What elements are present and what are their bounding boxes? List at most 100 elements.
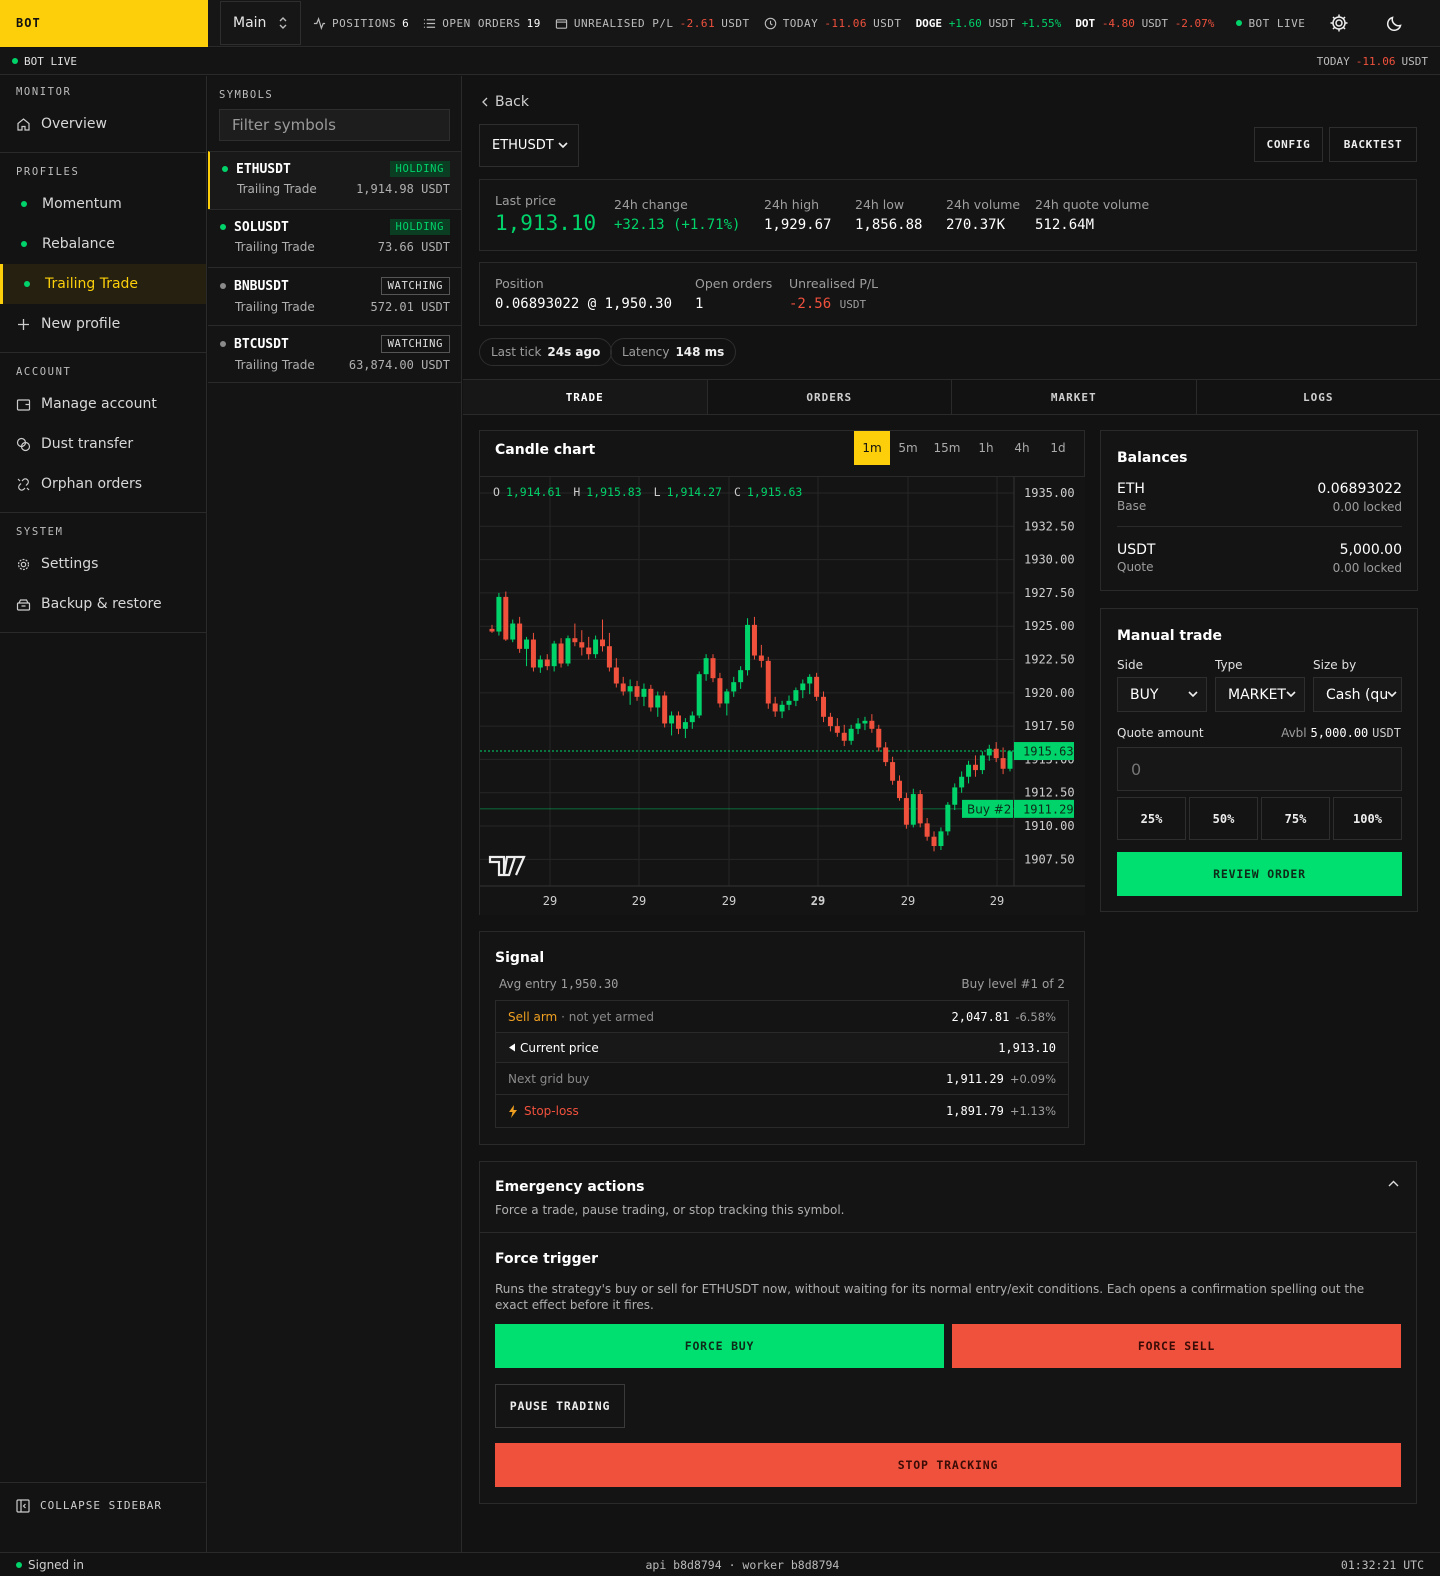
sidebar-item-settings[interactable]: Settings — [0, 544, 206, 584]
symbol-price: 1,914.98 USDT — [356, 182, 450, 196]
ohlc-c-value: 1,915.63 — [746, 485, 803, 499]
force-buy-button[interactable]: FORCE BUY — [495, 1324, 944, 1368]
buy-tag-label: Buy #2 — [967, 802, 1011, 816]
timeframe-4h[interactable]: 4h — [1004, 431, 1040, 465]
balance-row-eth: ETH Base 0.06893022 0.00 locked — [1117, 481, 1402, 527]
last-tick-label: Last tick — [491, 345, 542, 359]
timeframe-15m[interactable]: 15m — [926, 431, 968, 465]
side-select-value: BUY — [1130, 686, 1159, 703]
backtest-button[interactable]: BACKTEST — [1329, 127, 1417, 162]
status-badge: WATCHING — [380, 277, 450, 295]
candle-body — [565, 638, 571, 664]
volume-value: 270.37K — [946, 217, 1006, 233]
candle-chart-svg[interactable]: 1935.00 1932.50 1930.00 1927.50 1925.00 1922.… — [480, 477, 1085, 916]
percent-100-button[interactable]: 100% — [1333, 797, 1402, 840]
chart-area[interactable]: 1935.00 1932.50 1930.00 1927.50 1925.00 1922.… — [480, 476, 1085, 915]
symbol-price: 63,874.00 USDT — [348, 358, 450, 372]
symbol-row-ethusdt[interactable]: ETHUSDT HOLDING Trailing Trade 1,914.98 US… — [208, 151, 461, 209]
sidebar-item-backup-restore[interactable]: Backup & restore — [0, 584, 206, 624]
config-button[interactable]: CONFIG — [1254, 127, 1323, 162]
next-buy-label: Next grid buy — [508, 1071, 590, 1086]
percent-25-button[interactable]: 25% — [1117, 797, 1186, 840]
emergency-header[interactable]: Emergency actions Force a trade, pause t… — [480, 1162, 1416, 1233]
review-order-button[interactable]: REVIEW ORDER — [1117, 852, 1402, 896]
latency-label: Latency — [622, 345, 670, 359]
positions-stat[interactable]: POSITIONS 6 — [313, 17, 409, 30]
symbol-name: SOLUSDT — [234, 219, 289, 235]
symbol-row-solusdt[interactable]: SOLUSDT HOLDING Trailing Trade 73.66 USDT — [208, 209, 461, 267]
candle-body — [959, 776, 965, 788]
stop-tracking-button[interactable]: STOP TRACKING — [495, 1443, 1401, 1487]
collapse-sidebar-button[interactable]: COLLAPSE SIDEBAR — [0, 1482, 206, 1528]
unrealised-stat[interactable]: UNREALISED P/L -2.61 USDT — [555, 17, 750, 30]
sidebar-item-orphan-orders[interactable]: Orphan orders — [0, 464, 206, 504]
quote-amount-input[interactable] — [1117, 747, 1402, 791]
pause-trading-button[interactable]: PAUSE TRADING — [495, 1384, 625, 1428]
symbol-select[interactable]: ETHUSDT — [479, 124, 579, 167]
open-orders-stat[interactable]: OPEN ORDERS 19 — [423, 17, 541, 30]
candle-body — [675, 715, 681, 729]
symbol-name: BNBUSDT — [234, 278, 289, 294]
side-select[interactable]: BUY — [1117, 677, 1207, 712]
lightning-icon — [508, 1104, 518, 1118]
sidebar-divider — [0, 352, 206, 353]
live-dot-icon — [12, 58, 18, 64]
timeframe-1m[interactable]: 1m — [854, 431, 890, 465]
unrealised-label: UNREALISED P/L — [573, 16, 674, 30]
symbol-row-btcusdt[interactable]: BTCUSDT WATCHING Trailing Trade 63,874.00 … — [208, 325, 461, 383]
sidebar-item-dust-transfer[interactable]: Dust transfer — [0, 424, 206, 464]
candle-body — [510, 623, 516, 640]
open-orders-value: 1 — [695, 296, 704, 312]
force-sell-button[interactable]: FORCE SELL — [952, 1324, 1401, 1368]
sidebar-item-rebalance[interactable]: Rebalance — [0, 224, 206, 264]
signal-row-stop-loss: Stop-loss 1,891.79 +1.13% — [496, 1094, 1068, 1127]
chart-title: Candle chart — [495, 442, 596, 458]
upl-value: -2.56 — [789, 296, 832, 312]
timeframe-1h[interactable]: 1h — [968, 431, 1004, 465]
back-link[interactable]: Back — [481, 94, 529, 110]
timeframe-5m[interactable]: 5m — [890, 431, 926, 465]
tab-market[interactable]: MARKET — [952, 380, 1197, 414]
sidebar-item-trailing-trade[interactable]: Trailing Trade — [0, 264, 206, 304]
candle-body — [834, 726, 840, 733]
candle-body — [696, 674, 702, 716]
percent-75-button[interactable]: 75% — [1261, 797, 1330, 840]
settings-button[interactable] — [1319, 3, 1359, 43]
high-stat: 24h high 1,929.67 — [764, 197, 831, 233]
sidebar-item-momentum[interactable]: Momentum — [0, 184, 206, 224]
sidebar-item-manage-account[interactable]: Manage account — [0, 384, 206, 424]
sidebar-heading-account: ACCOUNT — [16, 366, 72, 378]
tab-orders[interactable]: ORDERS — [708, 380, 952, 414]
sidebar-item-overview[interactable]: Overview — [0, 104, 206, 144]
symbol-row-bnbusdt[interactable]: BNBUSDT WATCHING Trailing Trade 572.01 USD… — [208, 267, 461, 325]
status-dot-icon — [21, 241, 27, 247]
candle-body — [758, 655, 764, 661]
type-select[interactable]: MARKET — [1215, 677, 1305, 712]
percent-50-button[interactable]: 50% — [1189, 797, 1258, 840]
tab-logs[interactable]: LOGS — [1197, 380, 1440, 414]
timeframe-1d[interactable]: 1d — [1040, 431, 1076, 465]
ticker-dot[interactable]: DOT -4.80 USDT -2.07% — [1075, 17, 1214, 30]
today-stat[interactable]: TODAY -11.06 USDT — [764, 17, 902, 30]
candle-body — [524, 639, 530, 649]
ohlc-l-value: 1,914.27 — [666, 485, 722, 499]
open-orders-label: OPEN ORDERS — [442, 16, 521, 30]
buy-price-tag-label: 1911.29 — [1023, 802, 1074, 816]
price-summary: Last price 1,913.10 24h change +32.13 (+… — [479, 179, 1417, 251]
candle-body — [1000, 758, 1006, 769]
candle-body — [662, 695, 668, 724]
tab-trade[interactable]: TRADE — [463, 380, 708, 414]
theme-toggle-button[interactable] — [1375, 3, 1415, 43]
size-select[interactable]: Cash (quote) — [1313, 677, 1402, 712]
candle-body — [586, 647, 592, 655]
filter-symbols-input[interactable] — [219, 109, 450, 141]
ticker-doge[interactable]: DOGE +1.60 USDT +1.55% — [916, 17, 1062, 30]
caret-left-icon — [508, 1043, 516, 1052]
candle-body — [952, 787, 958, 805]
latency-value: 148 ms — [675, 345, 725, 359]
sidebar-item-label: Overview — [41, 116, 107, 132]
candle-body — [648, 688, 654, 708]
candle-body — [724, 691, 730, 704]
sidebar-item-new-profile[interactable]: New profile — [0, 304, 206, 344]
profile-selector[interactable]: Main — [220, 1, 301, 45]
